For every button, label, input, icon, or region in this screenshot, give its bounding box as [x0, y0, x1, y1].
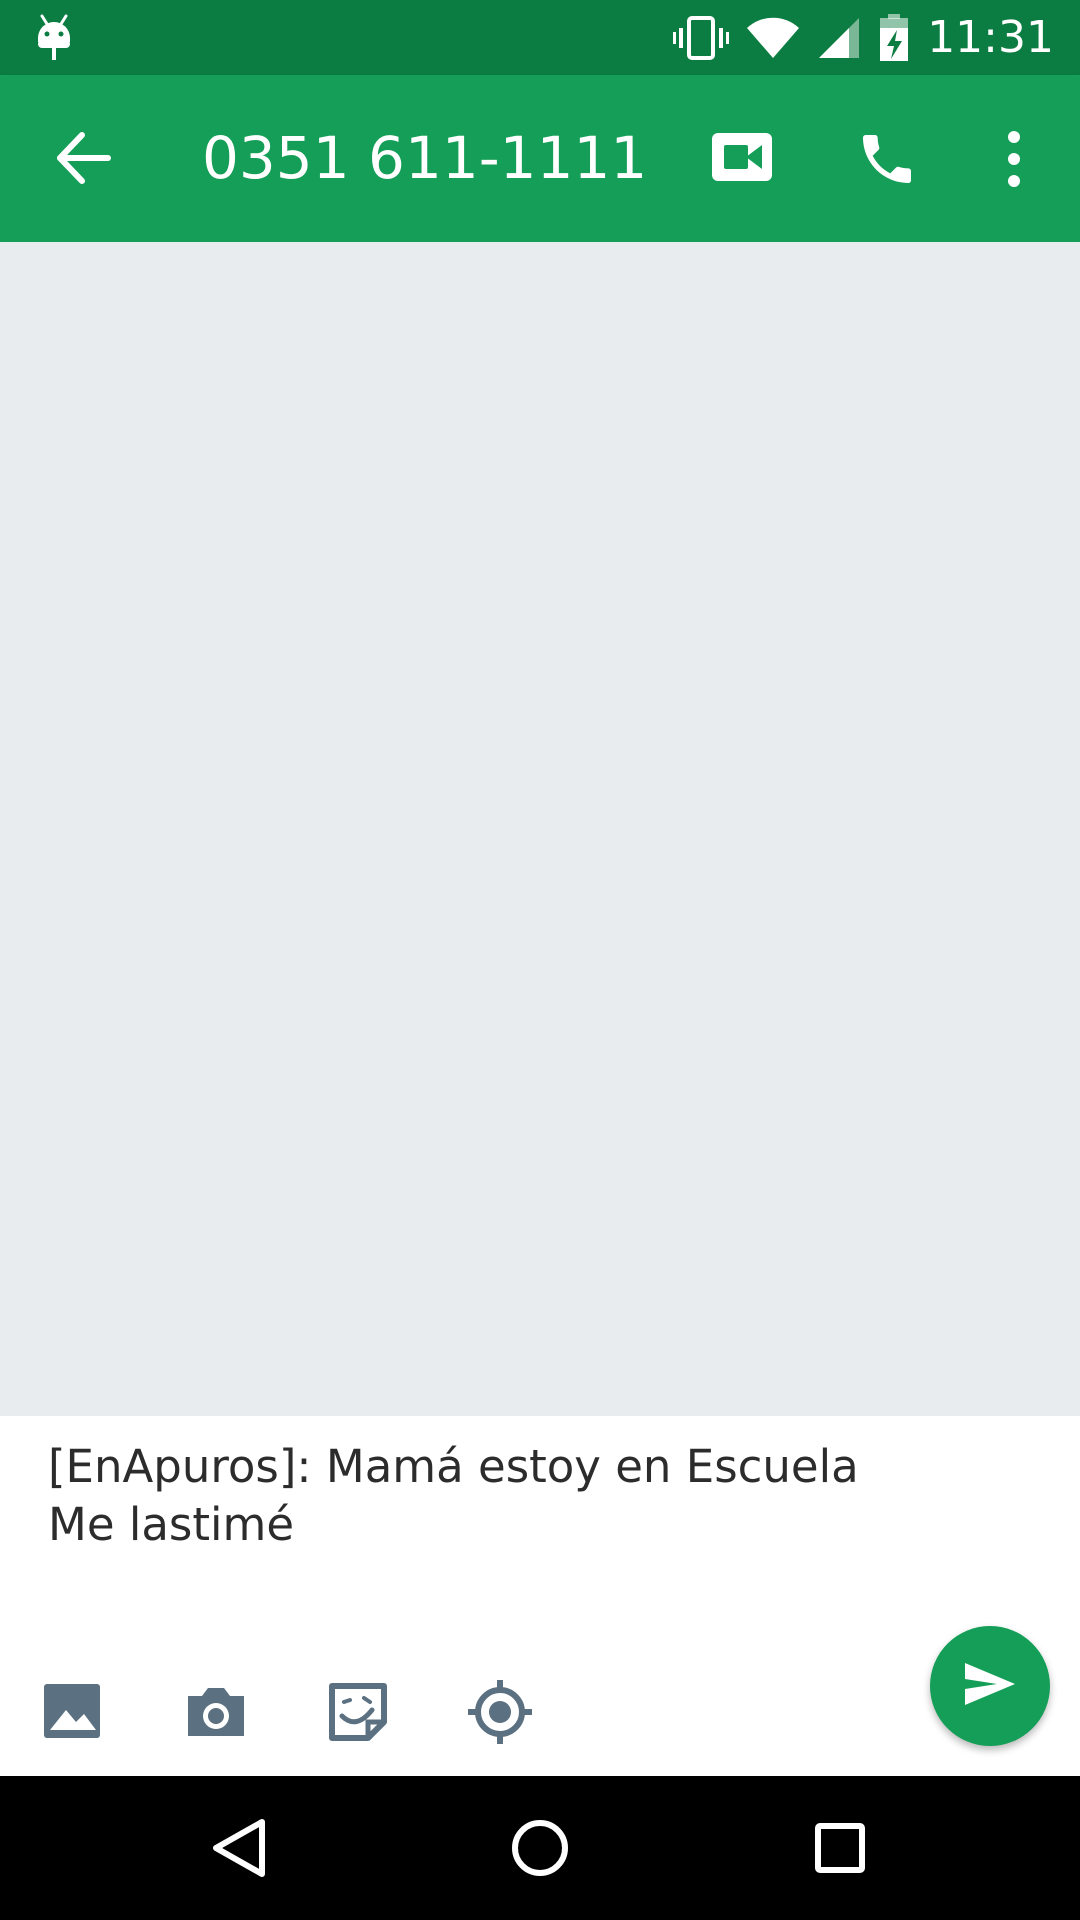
send-button[interactable]	[930, 1626, 1050, 1746]
camera-icon[interactable]	[184, 1680, 248, 1744]
location-icon[interactable]	[468, 1680, 532, 1744]
message-input[interactable]: [EnApuros]: Mamá estoy en Escuela Me las…	[48, 1438, 908, 1554]
gallery-icon[interactable]	[42, 1680, 106, 1744]
android-debug-icon	[34, 14, 74, 62]
conversation-area[interactable]	[0, 242, 1080, 1416]
phone-icon[interactable]	[855, 127, 919, 191]
recents-nav-icon[interactable]	[808, 1816, 872, 1880]
battery-charging-icon	[879, 13, 909, 62]
signal-icon	[817, 16, 861, 60]
more-vert-icon[interactable]	[996, 127, 1032, 191]
app-bar: 0351 611-1111	[0, 75, 1080, 242]
status-time: 11:31	[927, 12, 1054, 63]
conversation-title: 0351 611-1111	[202, 124, 648, 192]
wifi-icon	[747, 16, 800, 60]
send-icon	[963, 1661, 1017, 1712]
vibrate-icon	[673, 15, 730, 60]
navigation-bar	[0, 1776, 1080, 1920]
back-nav-icon[interactable]	[208, 1816, 272, 1880]
video-call-icon[interactable]	[710, 127, 776, 187]
back-arrow-icon[interactable]	[50, 123, 120, 193]
compose-area: [EnApuros]: Mamá estoy en Escuela Me las…	[0, 1416, 1080, 1776]
sticker-icon[interactable]	[326, 1680, 390, 1744]
home-nav-icon[interactable]	[508, 1816, 572, 1880]
status-bar: 11:31	[0, 0, 1080, 75]
